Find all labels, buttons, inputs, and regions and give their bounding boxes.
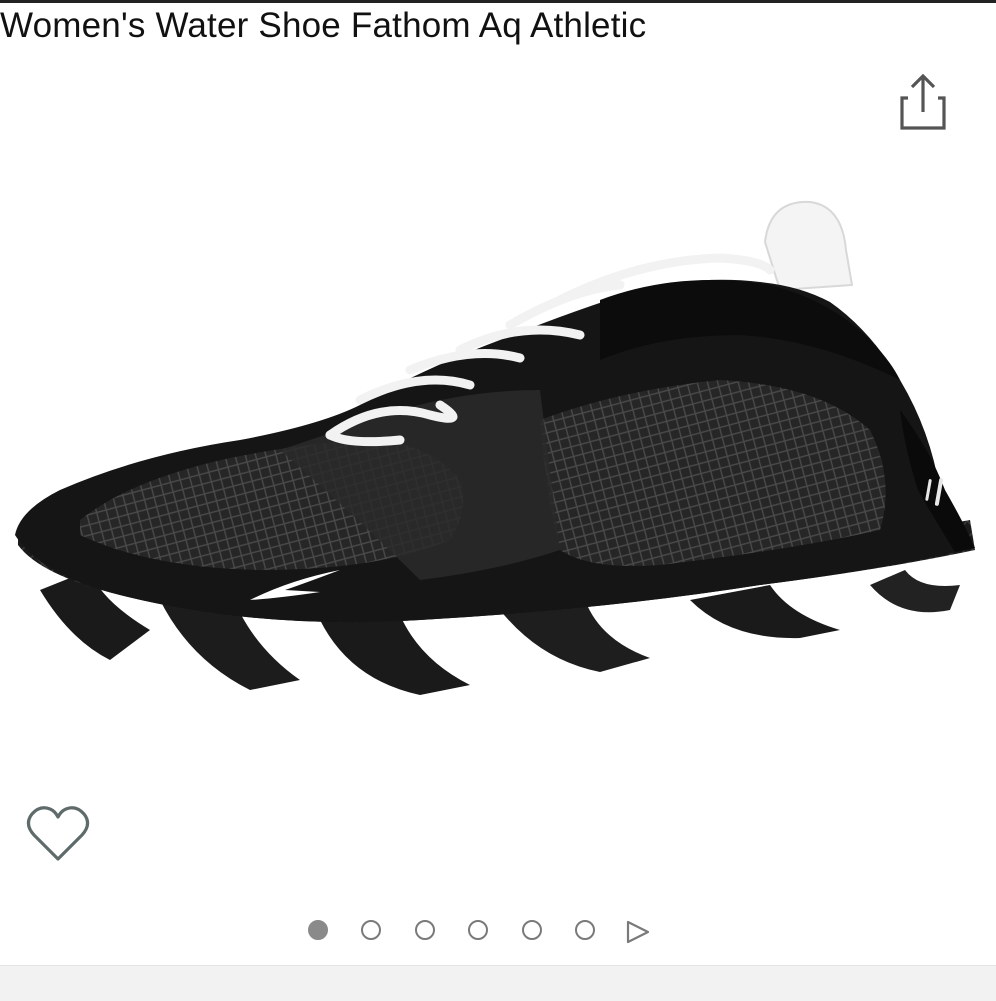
shoe-image xyxy=(8,200,983,723)
pager-dot-6[interactable] xyxy=(575,920,595,940)
next-image-button[interactable] xyxy=(624,918,652,946)
play-triangle-icon xyxy=(626,920,650,944)
pager-dot-5[interactable] xyxy=(522,920,542,940)
pager-dot-1[interactable] xyxy=(308,920,328,940)
share-button[interactable] xyxy=(898,70,948,132)
product-image[interactable] xyxy=(0,190,996,770)
pager-dot-3[interactable] xyxy=(415,920,435,940)
heart-icon xyxy=(26,806,90,861)
pager-dot-4[interactable] xyxy=(468,920,488,940)
bottom-bar xyxy=(0,965,996,1001)
favorite-button[interactable] xyxy=(26,804,90,864)
product-title: Women's Water Shoe Fathom Aq Athletic xyxy=(0,6,647,45)
image-pager xyxy=(0,916,996,948)
top-divider xyxy=(0,0,996,3)
pager-dot-2[interactable] xyxy=(361,920,381,940)
share-icon xyxy=(900,73,946,130)
